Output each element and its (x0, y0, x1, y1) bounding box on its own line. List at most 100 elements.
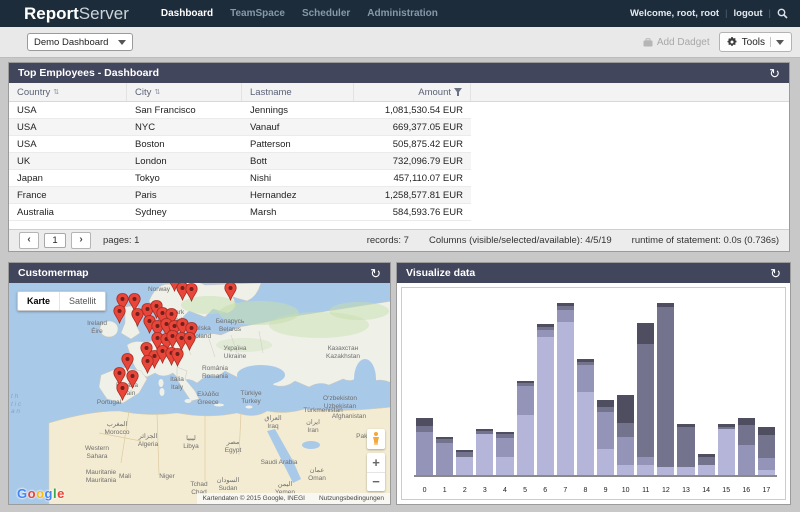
google-map[interactable]: NorwayDanmark DenmarkIreland ÉirePolska … (9, 283, 390, 504)
stacked-bar-11[interactable] (637, 323, 654, 475)
column-header-amount[interactable]: Amount (354, 83, 471, 101)
bar-segment-segment-2-medium (738, 445, 755, 475)
sort-icon[interactable]: ⇅ (154, 88, 160, 96)
table-cell: 457,110.07 EUR (354, 173, 471, 184)
search-icon[interactable] (777, 8, 788, 19)
table-row[interactable]: FranceParisHernandez1,258,577.81 EUR (9, 187, 471, 204)
map-marker[interactable] (171, 348, 184, 367)
add-dadget-button[interactable]: Add Dadget (643, 37, 710, 48)
google-logo-letter: o (28, 486, 36, 501)
stacked-bar-2[interactable] (456, 450, 473, 475)
stacked-bar-9[interactable] (597, 400, 614, 475)
table-cell: 669,377.05 EUR (354, 122, 471, 133)
table-row[interactable]: UKLondonBott732,096.79 EUR (9, 153, 471, 170)
add-dadget-label: Add Dadget (657, 37, 710, 48)
map-marker[interactable] (224, 283, 237, 301)
map-type-karte-button[interactable]: Karte (18, 292, 59, 310)
table-cell: Hernandez (242, 190, 354, 201)
stacked-bar-5[interactable] (517, 381, 534, 475)
table-cell: Boston (127, 139, 242, 150)
refresh-icon[interactable]: ↻ (370, 267, 381, 280)
stacked-bar-16[interactable] (738, 418, 755, 475)
stacked-bar-17[interactable] (758, 427, 775, 475)
refresh-icon[interactable]: ↻ (770, 267, 781, 280)
stacked-bar-12[interactable] (657, 303, 674, 475)
page-number-input[interactable] (44, 233, 66, 248)
bar-segment-segment-2-medium (517, 386, 534, 415)
stacked-bar-6[interactable] (537, 324, 554, 475)
google-logo[interactable]: Google (17, 486, 65, 501)
stacked-bar-15[interactable] (718, 424, 735, 475)
bar-segment-segment-1-light (517, 415, 534, 475)
column-header-lastname[interactable]: Lastname (242, 83, 354, 101)
table-cell: 1,258,577.81 EUR (354, 190, 471, 201)
bar-segment-segment-2-medium (758, 458, 775, 470)
table-row[interactable]: USABostonPatterson505,875.42 EUR (9, 136, 471, 153)
x-axis-tick-label: 6 (537, 487, 554, 494)
dashboard-select[interactable]: Demo Dashboard (27, 33, 133, 51)
bar-segment-segment-1-light (557, 322, 574, 475)
nav-item-dashboard[interactable]: Dashboard (161, 8, 213, 19)
stacked-bar-10[interactable] (617, 395, 634, 475)
column-label: Amount (418, 87, 451, 98)
column-header-city[interactable]: City⇅ (127, 83, 242, 101)
bar-segment-segment-1-light (718, 429, 735, 475)
refresh-icon[interactable]: ↻ (769, 67, 780, 80)
stacked-bar-0[interactable] (416, 418, 433, 475)
x-axis-tick-label: 10 (617, 487, 634, 494)
pegman-control[interactable] (367, 429, 385, 449)
table-row[interactable]: AustraliaSydneyMarsh584,593.76 EUR (9, 204, 471, 221)
panel-header: Customermap ↻ (9, 263, 390, 283)
toolbar-actions: Add Dadget Tools (643, 32, 792, 52)
map-type-satellit-button[interactable]: Satellit (59, 292, 105, 310)
nav-item-administration[interactable]: Administration (367, 8, 438, 19)
column-header-country[interactable]: Country⇅ (9, 83, 127, 101)
stacked-bar-7[interactable] (557, 303, 574, 475)
next-page-button[interactable]: › (71, 232, 91, 249)
stacked-bar-14[interactable] (698, 454, 715, 475)
stacked-bar-1[interactable] (436, 437, 453, 475)
bar-segment-segment-1-light (577, 392, 594, 475)
table-row[interactable]: USASan FranciscoJennings1,081,530.54 EUR (9, 102, 471, 119)
prev-page-button[interactable]: ‹ (19, 232, 39, 249)
top-navbar: ReportServer Dashboard TeamSpace Scheduler… (0, 0, 800, 27)
bar-segment-segment-2-medium (436, 443, 453, 475)
sort-icon[interactable]: ⇅ (53, 88, 59, 96)
stacked-bar-8[interactable] (577, 359, 594, 475)
bar-segment-segment-1-light (637, 465, 654, 475)
terms-link[interactable]: Nutzungsbedingungen (319, 495, 384, 502)
tools-button[interactable]: Tools (719, 32, 792, 52)
bar-segment-segment-2-medium (416, 432, 433, 475)
map-marker[interactable] (183, 332, 196, 351)
x-axis-tick-label: 8 (577, 487, 594, 494)
bar-segment-segment-1-light (456, 457, 473, 475)
zoom-in-button[interactable]: + (367, 453, 385, 473)
table-cell: Jennings (242, 105, 354, 116)
bar-segment-segment-2-medium (637, 457, 654, 465)
table-row[interactable]: USANYCVanauf669,377.05 EUR (9, 119, 471, 136)
map-type-control: Karte Satellit (17, 291, 106, 311)
map-marker[interactable] (141, 355, 154, 374)
table-row[interactable]: JapanTokyoNishi457,110.07 EUR (9, 170, 471, 187)
stacked-bar-4[interactable] (496, 432, 513, 475)
x-axis-tick-label: 7 (557, 487, 574, 494)
app-logo[interactable]: ReportServer (24, 4, 129, 24)
map-marker[interactable] (116, 382, 129, 401)
google-logo-letter: G (17, 486, 28, 501)
stacked-bar-13[interactable] (677, 424, 694, 475)
logout-link[interactable]: logout (734, 8, 763, 19)
panel-header: Top Employees - Dashboard ↻ (9, 63, 789, 83)
bar-segment-segment-4-dark (738, 418, 755, 425)
x-axis-tick-label: 15 (718, 487, 735, 494)
map-marker[interactable] (185, 283, 198, 302)
filter-icon[interactable] (454, 88, 462, 96)
map-marker[interactable] (113, 305, 126, 324)
table-cell: NYC (127, 122, 242, 133)
chevron-down-icon (118, 40, 126, 45)
main-menu: Dashboard TeamSpace Scheduler Administratio… (161, 8, 438, 19)
nav-item-teamspace[interactable]: TeamSpace (230, 8, 285, 19)
nav-item-scheduler[interactable]: Scheduler (302, 8, 350, 19)
zoom-out-button[interactable]: − (367, 473, 385, 492)
stacked-bar-3[interactable] (476, 429, 493, 475)
top-employees-panel: Top Employees - Dashboard ↻ Country⇅City… (8, 62, 790, 252)
